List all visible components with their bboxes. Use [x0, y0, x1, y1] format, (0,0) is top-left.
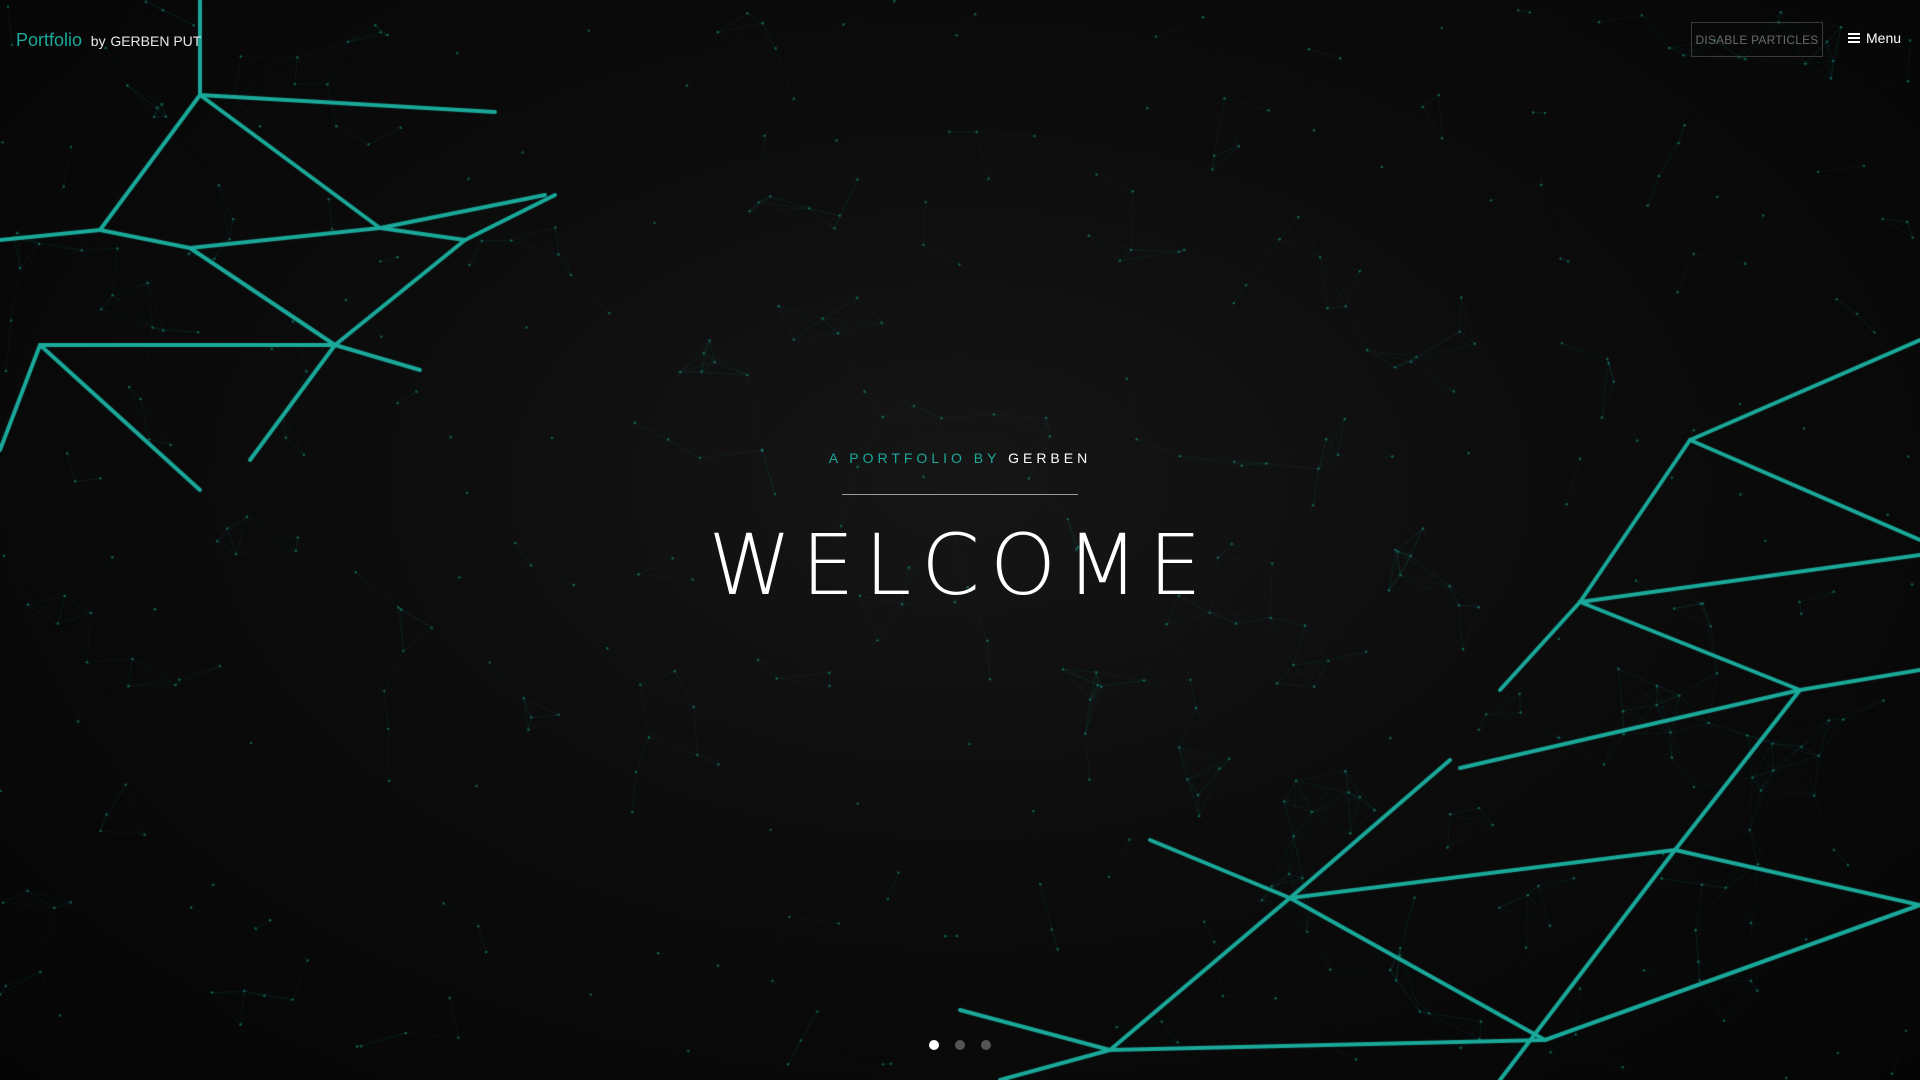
- brand-name: GERBEN PUT: [110, 33, 202, 49]
- hero-divider: [842, 494, 1078, 495]
- brand-logo[interactable]: Portfolio by GERBEN PUT: [16, 30, 201, 51]
- kicker-prefix: A PORTFOLIO BY: [828, 450, 1009, 466]
- hero: A PORTFOLIO BY GERBEN WELCOME: [0, 450, 1920, 607]
- slide-dot-1[interactable]: [929, 1040, 939, 1050]
- kicker-name: GERBEN: [1008, 450, 1092, 466]
- menu-label: Menu: [1866, 30, 1902, 46]
- brand-by: by: [90, 33, 106, 49]
- page: Portfolio by GERBEN PUT DISABLE PARTICLE…: [0, 0, 1920, 1080]
- slide-pagination: [0, 1040, 1920, 1050]
- hero-title: WELCOME: [708, 516, 1212, 614]
- hamburger-icon: [1848, 33, 1860, 43]
- disable-particles-button[interactable]: DISABLE PARTICLES: [1691, 22, 1823, 57]
- menu-button[interactable]: Menu: [1848, 30, 1901, 46]
- hero-kicker: A PORTFOLIO BY GERBEN: [0, 450, 1920, 470]
- slide-dot-2[interactable]: [955, 1040, 965, 1050]
- brand-word: Portfolio: [16, 30, 83, 50]
- slide-dot-3[interactable]: [981, 1040, 991, 1050]
